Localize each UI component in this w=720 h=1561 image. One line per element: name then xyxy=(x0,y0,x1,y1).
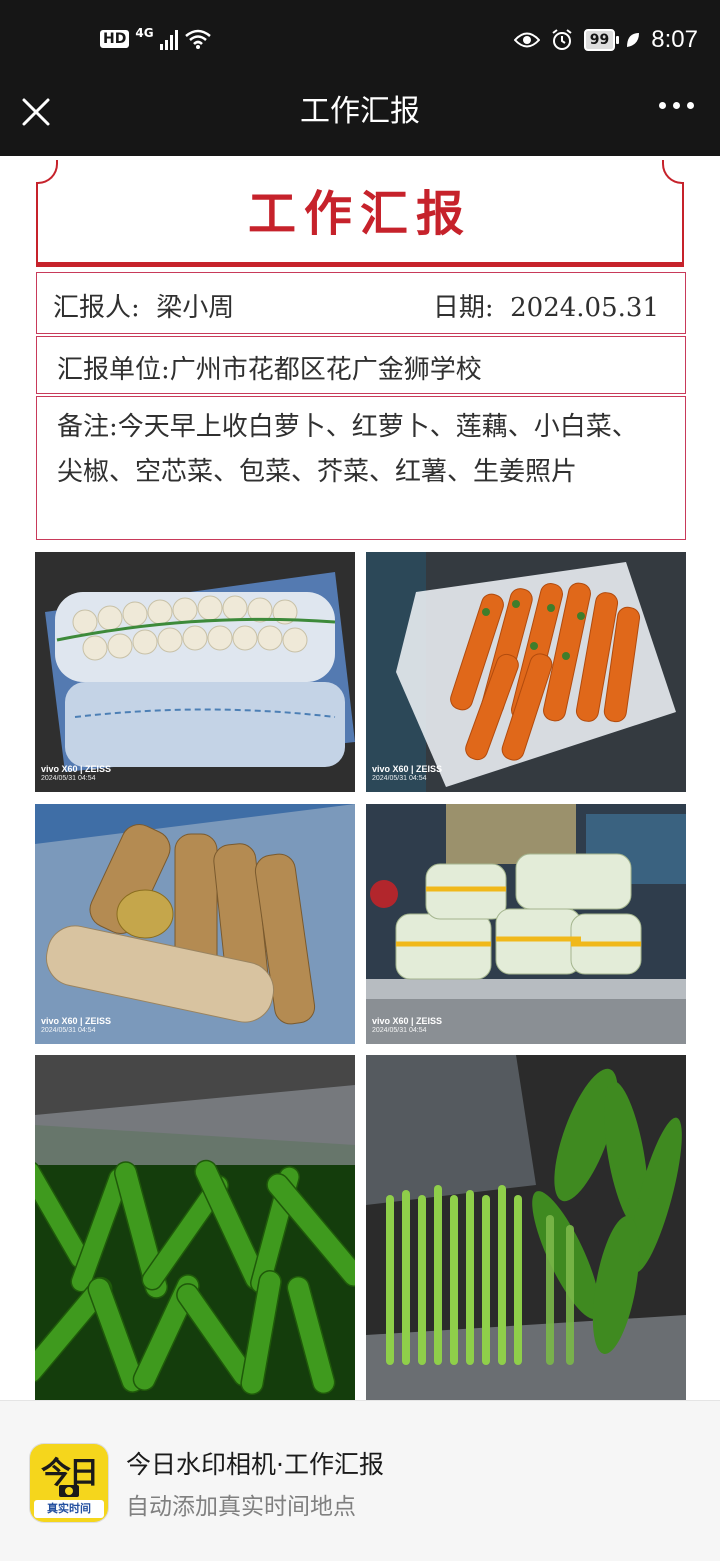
app-name: 今日水印相机·工作汇报 xyxy=(126,1450,384,1479)
watermark-date: 2024/05/31 04:54 xyxy=(41,1027,96,1034)
reporter-field: 汇报人: 梁小周 xyxy=(53,287,234,324)
photo-white-radish-art xyxy=(35,552,355,792)
wifi-icon xyxy=(184,29,211,49)
photo-bok-choy-art xyxy=(366,804,686,1044)
alarm-icon xyxy=(552,29,572,50)
date-label: 日期: xyxy=(432,293,494,323)
status-bar: HD 4G 99 8:07 xyxy=(0,0,720,86)
eye-icon xyxy=(513,32,540,48)
battery-icon: 99 xyxy=(583,29,620,51)
photo-watermark: vivo X60 | ZEISS 2024/05/31 04:54 xyxy=(41,764,111,784)
leaf-icon xyxy=(627,33,640,47)
hd-badge: HD xyxy=(100,30,130,48)
date-value: 2024.05.31 xyxy=(510,293,659,323)
notes-row: 备注:今天早上收白萝卜、红萝卜、莲藕、小白菜、尖椒、空芯菜、包菜、芥菜、红薯、生… xyxy=(36,396,686,540)
photo-carrots[interactable]: vivo X60 | ZEISS 2024/05/31 04:54 xyxy=(366,552,686,792)
watermark-date: 2024/05/31 04:54 xyxy=(41,775,96,782)
photo-lotus-root[interactable]: vivo X60 | ZEISS 2024/05/31 04:54 xyxy=(35,804,355,1044)
divider xyxy=(36,262,684,267)
watermark-date: 2024/05/31 04:54 xyxy=(372,1027,427,1034)
photo-bok-choy[interactable]: vivo X60 | ZEISS 2024/05/31 04:54 xyxy=(366,804,686,1044)
photo-green-peppers-art xyxy=(35,1055,355,1400)
nav-bar: 工作汇报 xyxy=(0,86,720,156)
photo-water-spinach[interactable] xyxy=(366,1055,686,1400)
more-icon[interactable] xyxy=(659,102,694,109)
status-left: HD 4G xyxy=(100,26,212,50)
status-right: 99 8:07 xyxy=(513,26,698,54)
date-field: 日期: 2024.05.31 xyxy=(433,287,659,324)
nav-title: 工作汇报 xyxy=(300,94,420,129)
app-description: 自动添加真实时间地点 xyxy=(126,1494,356,1520)
unit-text: 汇报单位:广州市花都区花广金狮学校 xyxy=(57,355,482,385)
reporter-row: 汇报人: 梁小周 日期: 2024.05.31 xyxy=(36,272,686,334)
photo-watermark: vivo X60 | ZEISS 2024/05/31 04:54 xyxy=(372,1016,442,1036)
report-header: 工作汇报 xyxy=(36,160,684,264)
watermark-date: 2024/05/31 04:54 xyxy=(372,775,427,782)
watermark-brand: vivo X60 | ZEISS xyxy=(372,1016,443,1026)
photo-watermark: vivo X60 | ZEISS 2024/05/31 04:54 xyxy=(372,764,442,784)
app-logo: 今日 真实时间 xyxy=(30,1444,108,1522)
photo-carrots-art xyxy=(366,552,686,792)
notes-text: 备注:今天早上收白萝卜、红萝卜、莲藕、小白菜、尖椒、空芯菜、包菜、芥菜、红薯、生… xyxy=(57,412,638,487)
reporter-name: 梁小周 xyxy=(156,293,235,323)
reporter-label: 汇报人: xyxy=(53,293,140,323)
photo-watermark: vivo X60 | ZEISS 2024/05/31 04:54 xyxy=(41,1016,111,1036)
network-type: 4G xyxy=(135,26,154,40)
photo-lotus-root-art xyxy=(35,804,355,1044)
watermark-brand: vivo X60 | ZEISS xyxy=(41,764,112,774)
clock: 8:07 xyxy=(651,26,698,53)
photo-white-radish[interactable]: vivo X60 | ZEISS 2024/05/31 04:54 xyxy=(35,552,355,792)
logo-text-bottom: 真实时间 xyxy=(34,1500,104,1518)
unit-row: 汇报单位:广州市花都区花广金狮学校 xyxy=(36,336,686,394)
camera-icon xyxy=(59,1485,79,1497)
mini-program-card[interactable]: 今日 真实时间 今日水印相机·工作汇报 自动添加真实时间地点 xyxy=(0,1400,720,1561)
watermark-brand: vivo X60 | ZEISS xyxy=(41,1016,112,1026)
watermark-brand: vivo X60 | ZEISS xyxy=(372,764,443,774)
signal-icon xyxy=(159,28,178,50)
photo-green-peppers[interactable] xyxy=(35,1055,355,1400)
report-title: 工作汇报 xyxy=(247,186,472,242)
photo-water-spinach-art xyxy=(366,1055,686,1400)
